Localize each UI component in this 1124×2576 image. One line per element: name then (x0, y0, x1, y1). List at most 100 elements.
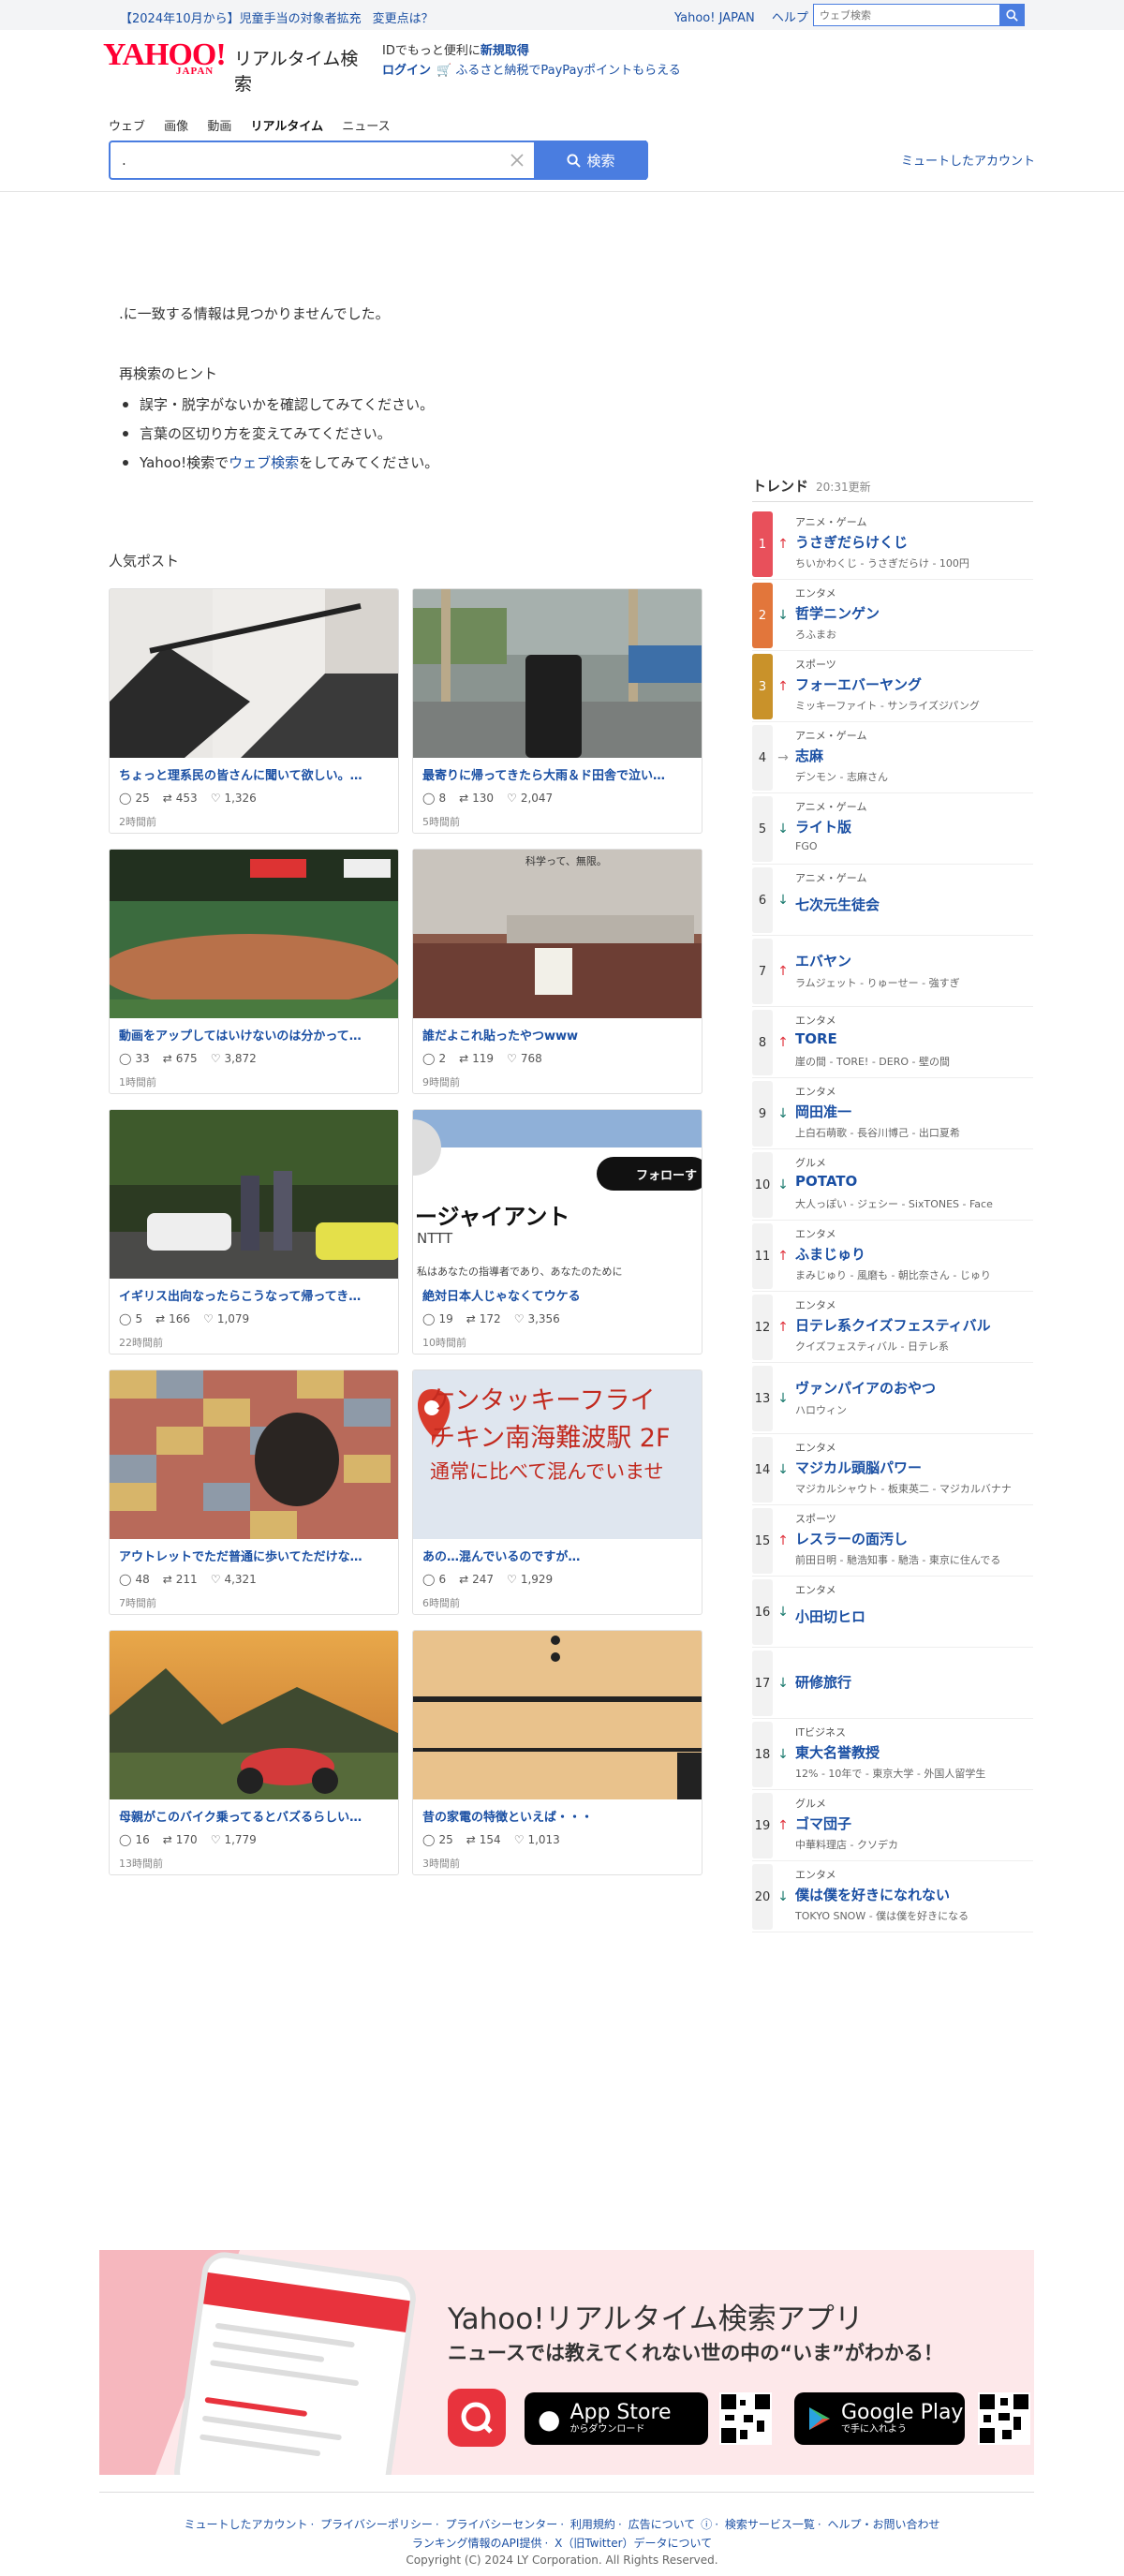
trend-item[interactable]: 16 ↓ エンタメ 小田切ヒロ (752, 1577, 1033, 1648)
repost-count[interactable]: ⇄ 247 (459, 1573, 494, 1586)
trend-item[interactable]: 13 ↓ ヴァンパイアのおやつ ハロウィン (752, 1363, 1033, 1434)
post-card[interactable]: フォローす ージャイアント NTTT 私はあなたの指導者であり、あなたのために … (412, 1109, 702, 1355)
trend-word[interactable]: フォーエバーヤング (795, 674, 922, 694)
reply-count[interactable]: ◯ 25 (422, 1833, 453, 1846)
footer-link-api[interactable]: ランキング情報のAPI提供 (412, 2537, 542, 2550)
post-image[interactable] (110, 1110, 398, 1279)
tab-realtime[interactable]: リアルタイム (250, 120, 323, 134)
trend-word[interactable]: 研修旅行 (795, 1672, 851, 1692)
post-title[interactable]: アウトレットでただ普通に歩いてただけな… (119, 1547, 391, 1564)
web-search-link[interactable]: ウェブ検索 (229, 454, 299, 471)
app-icon[interactable] (448, 2389, 506, 2447)
post-title[interactable]: 動画をアップしてはいけないのは分かって… (119, 1026, 391, 1044)
reply-count[interactable]: ◯ 16 (119, 1833, 150, 1846)
post-image[interactable] (110, 1370, 398, 1539)
realtime-search-button[interactable]: 検索 (534, 141, 648, 180)
post-card[interactable]: 昔の家電の特徴といえば・・・ ◯ 25 ⇄ 154 ♡ 1,013 3時間前 (412, 1630, 702, 1875)
trend-word[interactable]: レスラーの面汚し (795, 1529, 908, 1548)
tab-images[interactable]: 画像 (164, 120, 188, 134)
footer-link-services[interactable]: 検索サービス一覧 (725, 2518, 815, 2531)
post-image[interactable]: ケンタッキーフライ チキン南海難波駅 2F 通常に比べて混んでいませ (413, 1370, 702, 1539)
footer-link-privacy-policy[interactable]: プライバシーポリシー (320, 2518, 433, 2531)
footer-link-terms[interactable]: 利用規約 (570, 2518, 615, 2531)
trend-item[interactable]: 20 ↓ エンタメ 僕は僕を好きになれない TOKYO SNOW - 僕は僕を好きになる (752, 1861, 1033, 1932)
reply-count[interactable]: ◯ 19 (422, 1312, 453, 1325)
tab-video[interactable]: 動画 (207, 120, 231, 134)
trend-item[interactable]: 5 ↓ アニメ・ゲーム ライト版 FGO (752, 793, 1033, 865)
post-title[interactable]: 誰だよこれ貼ったやつwww (422, 1026, 694, 1044)
like-count[interactable]: ♡ 1,326 (211, 792, 257, 805)
trend-item[interactable]: 19 ↑ グルメ ゴマ団子 中華料理店 - クソデカ (752, 1790, 1033, 1861)
notice-link[interactable]: 変更点は？ (373, 12, 434, 26)
app-store-button[interactable]: ● App Store からダウンロード (525, 2392, 708, 2445)
trend-word[interactable]: うさぎだらけくじ (795, 532, 908, 552)
post-title[interactable]: イギリス出向なったらこうなって帰ってき… (119, 1286, 391, 1304)
trend-item[interactable]: 2 ↓ エンタメ 哲学ニンゲン ろふまお (752, 580, 1033, 651)
trend-item[interactable]: 6 ↓ アニメ・ゲーム 七次元生徒会 (752, 865, 1033, 936)
post-image[interactable] (110, 850, 398, 1018)
repost-count[interactable]: ⇄ 130 (459, 792, 494, 805)
trend-word[interactable]: 東大名誉教授 (795, 1742, 880, 1762)
trend-item[interactable]: 11 ↑ エンタメ ふまじゅり まみじゅり - 風磨も - 朝比奈さん - じゅり (752, 1221, 1033, 1292)
post-image[interactable] (110, 1631, 398, 1799)
like-count[interactable]: ♡ 1,013 (514, 1833, 560, 1846)
repost-count[interactable]: ⇄ 675 (163, 1052, 198, 1065)
trend-word[interactable]: ヴァンパイアのおやつ (795, 1378, 936, 1398)
post-title[interactable]: 絶対日本人じゃなくてウケる (422, 1286, 694, 1304)
muted-accounts-link[interactable]: ミュートしたアカウント (901, 151, 1035, 169)
like-count[interactable]: ♡ 1,929 (507, 1573, 553, 1586)
footer-link-privacy-center[interactable]: プライバシーセンター (446, 2518, 558, 2531)
trend-word[interactable]: 僕は僕を好きになれない (795, 1885, 950, 1904)
like-count[interactable]: ♡ 2,047 (507, 792, 553, 805)
reply-count[interactable]: ◯ 25 (119, 792, 150, 805)
post-title[interactable]: ちょっと理系民の皆さんに聞いて欲しい。… (119, 765, 391, 783)
trend-word[interactable]: ゴマ団子 (795, 1814, 851, 1833)
app-banner[interactable]: Yahoo!リアルタイム検索アプリ ニュースでは教えてくれない世の中の“いま”が… (99, 2250, 1034, 2475)
trend-word[interactable]: 日テレ系クイズフェスティバル (795, 1315, 991, 1335)
post-card[interactable]: 動画をアップしてはいけないのは分かって… ◯ 33 ⇄ 675 ♡ 3,872 1時間… (109, 849, 399, 1094)
trend-item[interactable]: 4 → アニメ・ゲーム 志麻 デンモン - 志麻さん (752, 722, 1033, 793)
like-count[interactable]: ♡ 1,079 (203, 1312, 249, 1325)
footer-link-ads[interactable]: 広告について (629, 2518, 696, 2531)
trend-item[interactable]: 3 ↑ スポーツ フォーエバーヤング ミッキーファイト - サンライズジパング (752, 651, 1033, 722)
reply-count[interactable]: ◯ 2 (422, 1052, 446, 1065)
post-card[interactable]: 母親がこのバイク乗ってるとバズるらしい… ◯ 16 ⇄ 170 ♡ 1,779 13時… (109, 1630, 399, 1875)
trend-item[interactable]: 10 ↓ グルメ POTATO 大人っぽい - ジェシー - SixTONES - Fa… (752, 1149, 1033, 1221)
trend-item[interactable]: 9 ↓ エンタメ 岡田准一 上白石萌歌 - 長谷川博己 - 出口夏希 (752, 1078, 1033, 1149)
post-title[interactable]: 昔の家電の特徴といえば・・・ (422, 1807, 694, 1825)
post-image[interactable]: フォローす ージャイアント NTTT 私はあなたの指導者であり、あなたのために (413, 1110, 702, 1279)
trend-word[interactable]: ライト版 (795, 817, 851, 836)
post-image[interactable] (413, 589, 702, 758)
trend-word[interactable]: 志麻 (795, 746, 823, 765)
repost-count[interactable]: ⇄ 154 (466, 1833, 501, 1846)
footer-link-x-data[interactable]: X（旧Twitter）データについて (555, 2537, 712, 2550)
repost-count[interactable]: ⇄ 453 (163, 792, 198, 805)
reply-count[interactable]: ◯ 8 (422, 792, 446, 805)
trend-item[interactable]: 14 ↓ エンタメ マジカル頭脳パワー マジカルシャウト - 板東英二 - マジカルバナ… (752, 1434, 1033, 1505)
repost-count[interactable]: ⇄ 166 (155, 1312, 190, 1325)
like-count[interactable]: ♡ 4,321 (211, 1573, 257, 1586)
post-card[interactable]: イギリス出向なったらこうなって帰ってき… ◯ 5 ⇄ 166 ♡ 1,079 22時間… (109, 1109, 399, 1355)
reply-count[interactable]: ◯ 6 (422, 1573, 446, 1586)
trend-word[interactable]: POTATO (795, 1173, 857, 1190)
tab-news[interactable]: ニュース (342, 120, 390, 134)
post-card[interactable]: 科学って、無限。 誰だよこれ貼ったやつwww ◯ 2 ⇄ 119 ♡ 768 9時間前 (412, 849, 702, 1094)
footer-link-help[interactable]: ヘルプ・お問い合わせ (828, 2518, 940, 2531)
like-count[interactable]: ♡ 3,356 (514, 1312, 560, 1325)
web-search-input[interactable] (814, 5, 998, 26)
repost-count[interactable]: ⇄ 211 (163, 1573, 198, 1586)
post-card[interactable]: ケンタッキーフライ チキン南海難波駅 2F 通常に比べて混んでいませ あの…混ん… (412, 1369, 702, 1615)
footer-link-muted[interactable]: ミュートしたアカウント (184, 2518, 307, 2531)
post-title[interactable]: 母親がこのバイク乗ってるとバズるらしい… (119, 1807, 391, 1825)
web-search-button[interactable] (999, 5, 1024, 25)
furusato-link[interactable]: ふるさと納税でPayPayポイントもらえる (455, 64, 680, 78)
trend-item[interactable]: 8 ↑ エンタメ TORE 崖の間 - TORE! - DERO - 壁の間 (752, 1007, 1033, 1078)
register-link[interactable]: 新規取得 (481, 44, 529, 58)
like-count[interactable]: ♡ 1,779 (211, 1833, 257, 1846)
notice-text[interactable]: 【2024年10月から】児童手当の対象者拡充 (120, 12, 362, 26)
login-link[interactable]: ログイン (382, 64, 431, 78)
help-link[interactable]: ヘルプ (772, 11, 808, 25)
trend-item[interactable]: 15 ↑ スポーツ レスラーの面汚し 前田日明 - 馳浩知事 - 馳浩 - 東京に住んで… (752, 1505, 1033, 1577)
trend-item[interactable]: 7 ↑ エバヤン ラムジェット - りゅーせー - 強すぎ (752, 936, 1033, 1007)
repost-count[interactable]: ⇄ 119 (459, 1052, 494, 1065)
